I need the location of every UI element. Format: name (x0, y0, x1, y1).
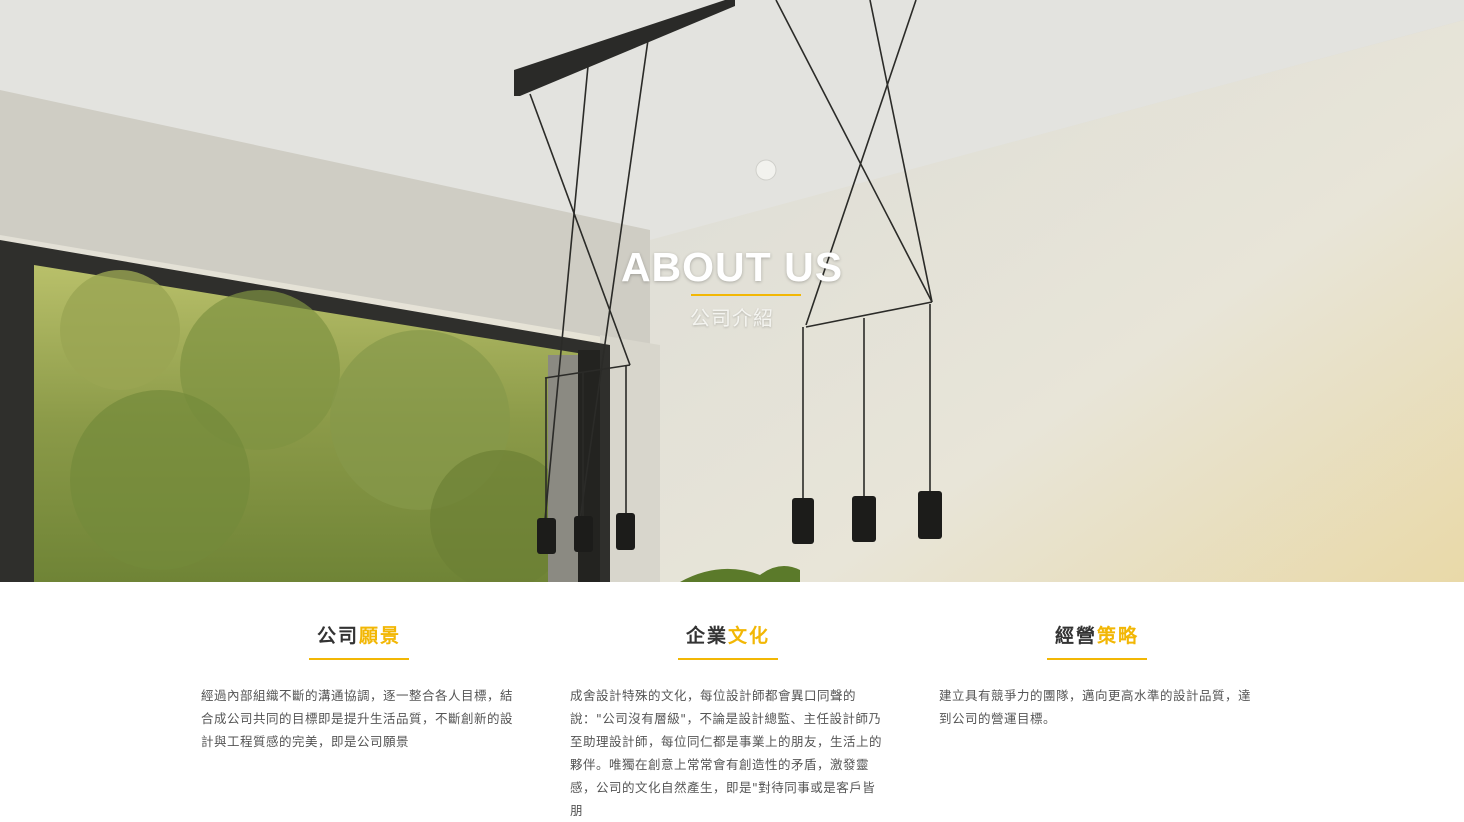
column-vision-title-main: 公司 (316, 625, 359, 647)
hero-title-underline (691, 294, 801, 296)
column-culture: 企業文化 成舍設計特殊的文化，每位設計師都會異口同聲的說："公司沒有層級"，不論… (570, 622, 886, 822)
column-vision-title: 公司願景 (201, 622, 517, 650)
hero-title: ABOUT US (620, 244, 844, 290)
column-strategy-title: 經營策略 (939, 622, 1255, 650)
column-culture-text: 成舍設計特殊的文化，每位設計師都會異口同聲的說："公司沒有層級"，不論是設計總監… (570, 688, 883, 818)
column-culture-title-accent: 文化 (728, 625, 771, 647)
column-strategy: 經營策略 建立具有競爭力的團隊，邁向更高水準的設計品質，達到公司的營運目標。 (939, 622, 1255, 730)
column-vision-title-accent: 願景 (359, 625, 402, 647)
column-strategy-text: 建立具有競爭力的團隊，邁向更高水準的設計品質，達到公司的營運目標。 (939, 688, 1252, 726)
column-culture-title: 企業文化 (570, 622, 886, 650)
column-vision-underline (309, 658, 409, 660)
hero-banner: ABOUT US 公司介紹 (0, 0, 1464, 582)
column-strategy-title-accent: 策略 (1097, 625, 1140, 647)
column-strategy-underline (1047, 658, 1147, 660)
column-vision: 公司願景 經過內部組織不斷的溝通協調，逐一整合各人目標，結合成公司共同的目標即是… (201, 622, 517, 753)
column-vision-text: 經過內部組織不斷的溝通協調，逐一整合各人目標，結合成公司共同的目標即是提升生活品… (201, 688, 514, 749)
column-culture-underline (678, 658, 778, 660)
hero-subtitle: 公司介紹 (690, 306, 774, 330)
column-culture-title-main: 企業 (685, 625, 728, 647)
hero-background-image (0, 0, 1464, 582)
column-strategy-title-main: 經營 (1054, 625, 1097, 647)
